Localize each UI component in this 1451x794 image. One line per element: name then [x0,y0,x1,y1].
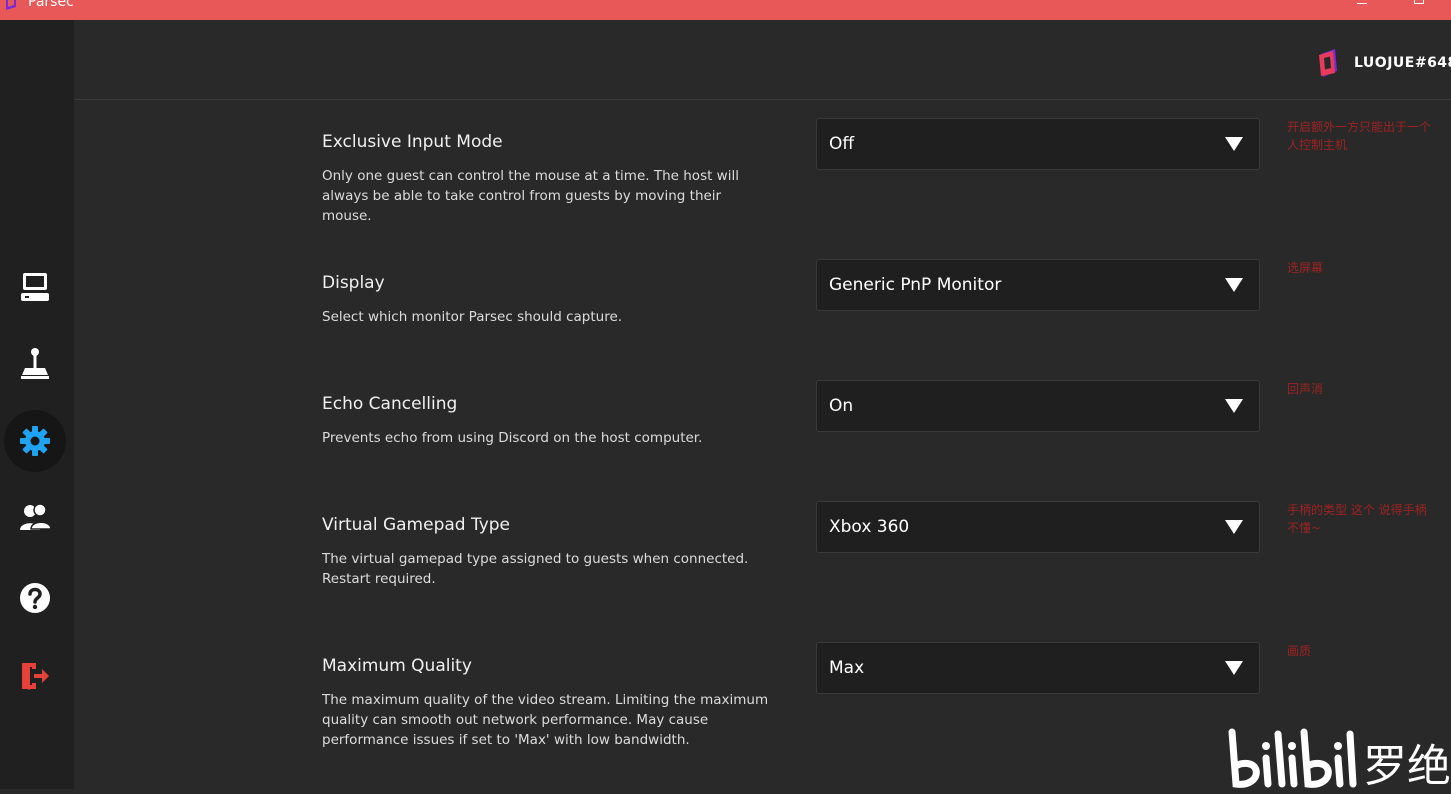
setting-title: Display [322,273,385,293]
annotation-note: 画质 [1287,644,1312,658]
dropdown-value: On [829,396,854,416]
caret-down-icon [1225,137,1243,151]
header: LUOJUE#6487 [74,20,1451,100]
setting-description: The maximum quality of the video stream.… [322,692,769,748]
setting-title: Maximum Quality [322,656,472,676]
annotation-note: 手柄的类型 这个 说得手柄 不懂~ [1287,503,1427,535]
dropdown-value: Max [829,658,865,678]
echo-cancelling-dropdown[interactable]: On [816,380,1260,432]
parsec-logo-icon [6,0,16,10]
dropdown-value: Generic PnP Monitor [829,275,1002,295]
joystick-icon [21,348,49,379]
username[interactable]: LUOJUE#6487 [1354,55,1451,71]
title-bar: Parsec [0,0,1451,20]
setting-title: Echo Cancelling [322,394,458,414]
caret-down-icon [1225,278,1243,292]
dropdown-value: Off [829,134,855,154]
annotation-note: 回声消 [1287,382,1324,396]
setting-description: Prevents echo from using Discord on the … [322,430,703,446]
caret-down-icon [1225,661,1243,675]
window-title: Parsec [28,0,74,10]
setting-description: The virtual gamepad type assigned to gue… [322,551,749,587]
setting-description: Select which monitor Parsec should captu… [322,309,623,325]
computer-icon [21,273,49,301]
gear-icon [20,426,50,456]
sidebar [0,20,74,789]
help-icon [20,583,50,613]
friends-icon [20,503,52,530]
parsec-logo-icon [1319,49,1337,77]
logout-icon [22,663,49,690]
annotation-note: 选屏幕 [1287,261,1324,275]
sidebar-item-settings[interactable] [4,410,66,472]
sidebar-item-logout[interactable] [4,645,66,707]
setting-title: Exclusive Input Mode [322,132,503,152]
caret-down-icon [1225,520,1243,534]
sidebar-item-arcade[interactable] [4,333,66,395]
bilibili-watermark: 罗绝 [1226,728,1451,792]
display-dropdown[interactable]: Generic PnP Monitor [816,259,1260,311]
setting-description: Only one guest can control the mouse at … [322,168,739,224]
annotation-note: 开启额外一方只能出于一个人控制主机 [1287,120,1432,152]
virtual-gamepad-type-dropdown[interactable]: Xbox 360 [816,501,1260,553]
sidebar-item-computers[interactable] [4,256,66,318]
watermark-text: 罗绝 [1363,741,1451,792]
caret-down-icon [1225,399,1243,413]
maximize-button[interactable] [1414,0,1424,4]
sidebar-item-friends[interactable] [4,487,66,549]
minimize-button[interactable] [1357,0,1367,4]
sidebar-item-help[interactable] [4,567,66,629]
bilibili-logo-icon [1228,728,1357,788]
maximum-quality-dropdown[interactable]: Max [816,642,1260,694]
exclusive-input-mode-dropdown[interactable]: Off [816,118,1260,170]
dropdown-value: Xbox 360 [829,517,910,537]
setting-title: Virtual Gamepad Type [322,515,511,535]
